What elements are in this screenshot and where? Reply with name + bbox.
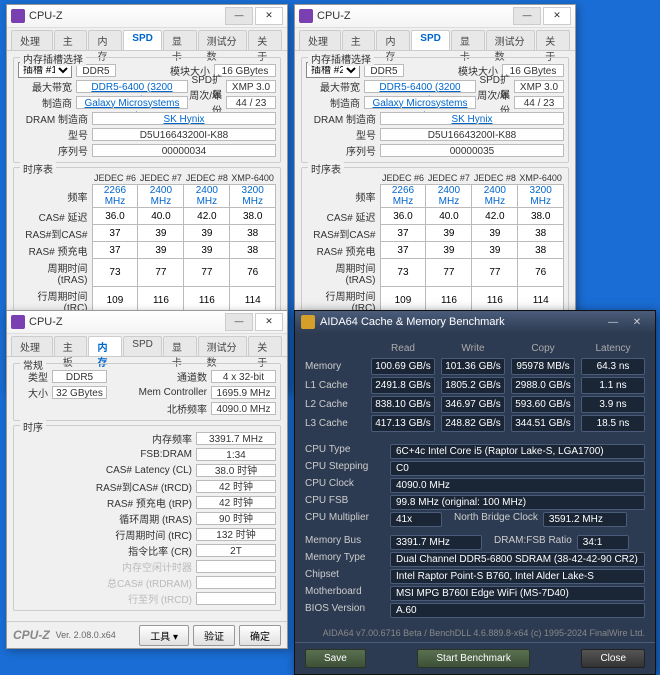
- tab-gpu[interactable]: 显卡: [163, 30, 197, 50]
- val-bw[interactable]: DDR5-6400 (3200 MHz): [76, 80, 188, 93]
- tab-spd[interactable]: SPD: [123, 30, 162, 50]
- app-icon: [301, 315, 315, 329]
- titlebar[interactable]: CPU-Z—✕: [7, 311, 287, 334]
- app-icon: [11, 9, 25, 23]
- tabs: 处理器主板内存SPD显卡测试分数关于: [7, 28, 287, 51]
- close-button[interactable]: ✕: [543, 7, 571, 25]
- copyright: AIDA64 v7.00.6716 Beta / BenchDLL 4.6.88…: [295, 628, 655, 642]
- app-icon: [11, 315, 25, 329]
- window-title: AIDA64 Cache & Memory Benchmark: [320, 316, 505, 328]
- close-button[interactable]: ✕: [625, 317, 649, 328]
- minimize-button[interactable]: —: [513, 7, 541, 25]
- close-button[interactable]: Close: [581, 649, 645, 668]
- window-title: CPU-Z: [29, 10, 223, 22]
- tab-mobo[interactable]: 主板: [54, 30, 88, 50]
- cpuz-memory: CPU-Z—✕ 处理器主板内存SPD显卡测试分数关于 常规 类型DDR5通道数4…: [6, 310, 288, 649]
- tab-cpu[interactable]: 处理器: [11, 30, 53, 50]
- app-icon: [299, 9, 313, 23]
- titlebar[interactable]: CPU-Z—✕: [295, 5, 575, 28]
- start-benchmark-button[interactable]: Start Benchmark: [417, 649, 529, 668]
- benchmark-table: ReadWriteCopyLatency Memory100.69 GB/s10…: [305, 341, 645, 432]
- minimize-button[interactable]: —: [225, 313, 253, 331]
- tab-bench[interactable]: 测试分数: [198, 30, 248, 50]
- group-title: 内存插槽选择: [20, 51, 86, 66]
- titlebar[interactable]: CPU-Z—✕: [7, 5, 287, 28]
- minimize-button[interactable]: —: [225, 7, 253, 25]
- save-button[interactable]: Save: [305, 649, 366, 668]
- tab-mem[interactable]: 内存: [88, 30, 122, 50]
- close-button[interactable]: ✕: [255, 7, 283, 25]
- minimize-button[interactable]: —: [601, 317, 625, 328]
- tab-about[interactable]: 关于: [248, 30, 282, 50]
- aida64-window: AIDA64 Cache & Memory Benchmark —✕ ReadWr…: [294, 310, 656, 675]
- close-button[interactable]: ✕: [255, 313, 283, 331]
- titlebar[interactable]: AIDA64 Cache & Memory Benchmark —✕: [295, 311, 655, 333]
